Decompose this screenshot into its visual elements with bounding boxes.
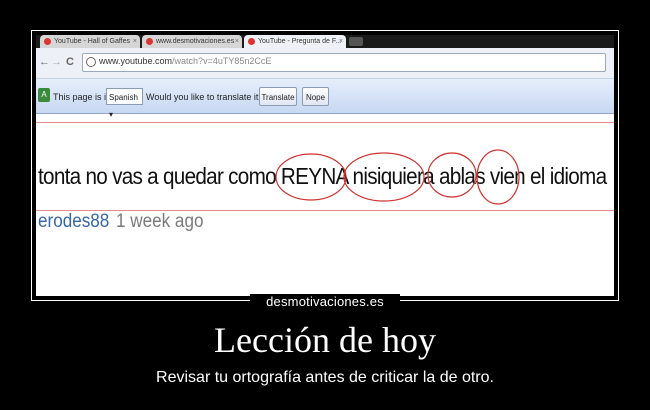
poster-caption: Revisar tu ortografía antes de criticar … [156,369,494,386]
tab-bar: YouTube - Hall of Gaffes × www.desmotiva… [36,35,614,48]
navigation-bar: ← → C www.youtube.com/watch?v=4uTY85n2Cc… [36,48,614,79]
site-favicon-icon [146,38,153,45]
poster-title: Lección de hoy [214,320,436,360]
forward-arrow-icon[interactable]: → [51,56,62,68]
tab-label: YouTube - Hall of Gaffes [54,38,131,45]
tab-hall-of-gaffes[interactable]: YouTube - Hall of Gaffes × [40,35,140,48]
reload-icon[interactable]: C [66,56,74,68]
tab-pregunta[interactable]: YouTube - Pregunta de F... × [244,35,346,48]
screenshot-panel: YouTube - Hall of Gaffes × www.desmotiva… [36,35,614,296]
youtube-favicon-icon [44,38,51,45]
globe-icon [86,57,96,67]
translate-prefix: This page is in [53,92,112,102]
translate-question: Would you like to translate it? [146,92,264,102]
nope-button[interactable]: Nope [302,87,329,106]
back-arrow-icon[interactable]: ← [39,56,50,68]
divider-line [36,122,614,123]
translate-button[interactable]: Translate [259,87,297,106]
close-tab-icon[interactable]: × [235,35,239,48]
comment-author-link[interactable]: erodes88 [38,211,109,233]
tab-label: YouTube - Pregunta de F... [258,38,342,45]
comment-timestamp: 1 week ago [116,211,204,232]
new-tab-button[interactable] [349,37,363,46]
translate-icon: A [38,88,50,102]
url-text: www.youtube.com/watch?v=4uTY85n2CcE [99,56,272,66]
tab-desmotivaciones[interactable]: www.desmotivaciones.es × [142,35,242,48]
close-tab-icon[interactable]: × [133,35,137,48]
youtube-favicon-icon [248,38,255,45]
language-select[interactable]: Spanish ▾ [106,88,143,119]
site-watermark: desmotivaciones.es [250,294,400,310]
comment-text: tonta no vas a quedar como REYNA nisiqui… [38,163,607,189]
address-bar[interactable]: www.youtube.com/watch?v=4uTY85n2CcE [82,53,606,72]
translate-infobar: A This page is in Spanish ▾ Would you li… [36,79,614,119]
tab-label: www.desmotivaciones.es [156,38,235,45]
close-tab-icon[interactable]: × [339,35,343,48]
